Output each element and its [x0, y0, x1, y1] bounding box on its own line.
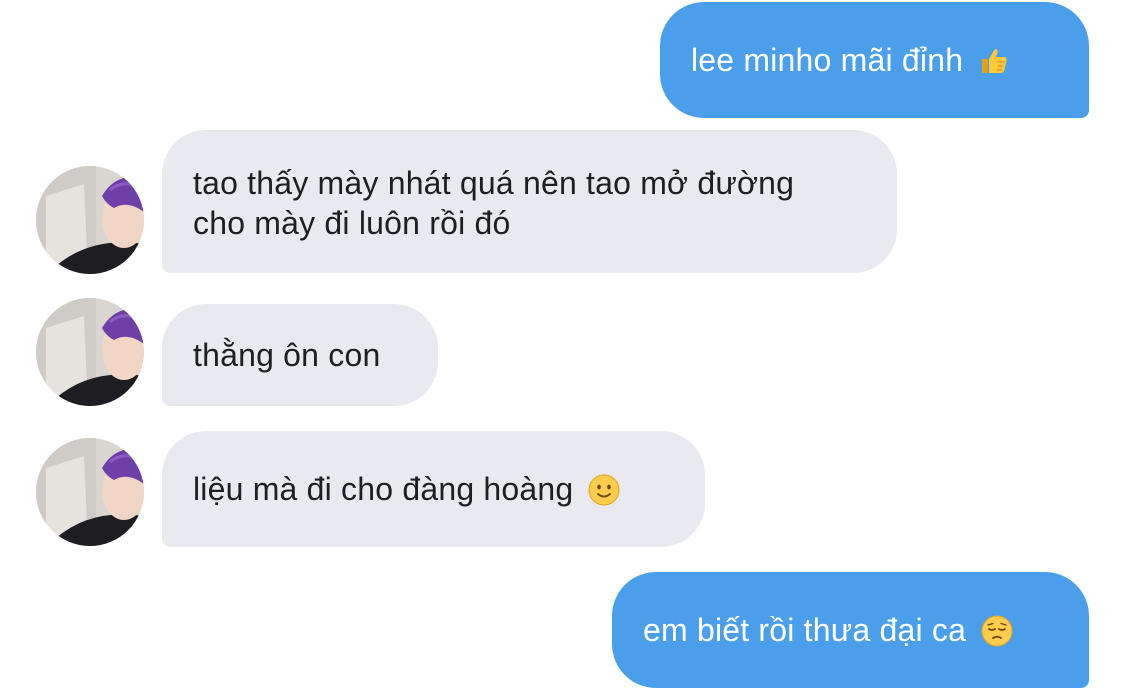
message-text-line: cho mày đi luôn rồi đó — [193, 205, 511, 241]
sent-message-bubble[interactable]: lee minho mãi đỉnh — [660, 2, 1089, 118]
contact-avatar[interactable] — [36, 438, 144, 546]
chat-thread: lee minho mãi đỉnh tao thấy mày nhát quá… — [0, 0, 1125, 689]
received-message-bubble[interactable]: liệu mà đi cho đàng hoàng — [162, 431, 705, 547]
received-message-bubble[interactable]: thằng ôn con — [162, 304, 438, 406]
slightly-smiling-face-icon — [588, 474, 620, 506]
contact-avatar[interactable] — [36, 298, 144, 406]
message-text: liệu mà đi cho đàng hoàng — [193, 471, 574, 507]
sent-message-bubble[interactable]: em biết rồi thưa đại ca — [612, 572, 1089, 688]
contact-avatar[interactable] — [36, 166, 144, 274]
message-text: lee minho mãi đỉnh — [691, 42, 964, 78]
thumbs-up-icon — [982, 49, 1007, 73]
message-text: thằng ôn con — [193, 337, 381, 373]
message-text-line: tao thấy mày nhát quá nên tao mở đường — [193, 165, 795, 201]
received-message-bubble[interactable]: tao thấy mày nhát quá nên tao mở đường c… — [162, 130, 897, 273]
pensive-face-icon — [981, 615, 1013, 647]
message-text: em biết rồi thưa đại ca — [643, 612, 967, 648]
